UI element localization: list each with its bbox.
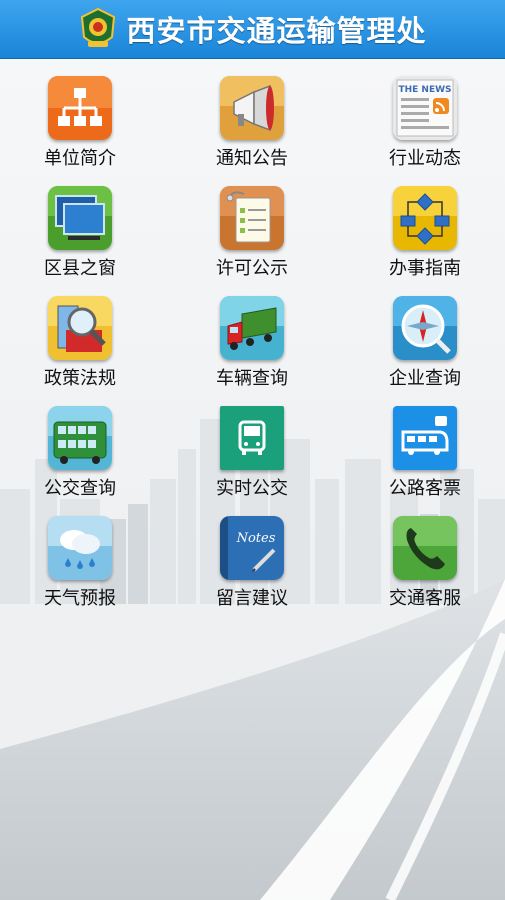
compass-icon bbox=[393, 296, 457, 360]
menu-item-unit-intro[interactable]: 单位简介 bbox=[10, 76, 150, 181]
menu-label: 通知公告 bbox=[216, 148, 288, 169]
menu-item-enterprise-query[interactable]: 企业查询 bbox=[355, 296, 495, 401]
org-chart-icon bbox=[48, 76, 112, 140]
clipboard-icon bbox=[220, 186, 284, 250]
news-masthead: THE NEWS bbox=[398, 85, 451, 95]
menu-label: 车辆查询 bbox=[216, 368, 288, 389]
menu-item-policy[interactable]: 政策法规 bbox=[10, 296, 150, 401]
coach-ticket-icon bbox=[393, 406, 457, 470]
menu-item-feedback[interactable]: Notes 留言建议 bbox=[182, 516, 322, 621]
menu-label: 单位简介 bbox=[44, 148, 116, 169]
menu-label: 许可公示 bbox=[216, 258, 288, 279]
menu-label: 区县之窗 bbox=[44, 258, 116, 279]
phone-icon bbox=[393, 516, 457, 580]
title-bar: 西安市交通运输管理处 bbox=[0, 0, 505, 59]
menu-label: 公路客票 bbox=[389, 478, 461, 499]
menu-item-weather[interactable]: 天气预报 bbox=[10, 516, 150, 621]
menu-label: 办事指南 bbox=[389, 258, 461, 279]
bus-query-icon bbox=[48, 406, 112, 470]
notes-icon: Notes bbox=[220, 516, 284, 580]
menu-item-coach-ticket[interactable]: 公路客票 bbox=[355, 406, 495, 511]
menu-item-notices[interactable]: 通知公告 bbox=[182, 76, 322, 181]
menu-item-realtime-bus[interactable]: 实时公交 bbox=[182, 406, 322, 511]
menu-label: 天气预报 bbox=[44, 588, 116, 609]
menu-label: 企业查询 bbox=[389, 368, 461, 389]
menu-item-bus-query[interactable]: 公交查询 bbox=[10, 406, 150, 511]
weather-icon bbox=[48, 516, 112, 580]
menu-label: 交通客服 bbox=[389, 588, 461, 609]
news-icon: THE NEWS bbox=[393, 76, 457, 140]
menu-label: 行业动态 bbox=[389, 148, 461, 169]
flowchart-icon bbox=[393, 186, 457, 250]
menu-item-permit-notice[interactable]: 许可公示 bbox=[182, 186, 322, 291]
menu-label: 留言建议 bbox=[216, 588, 288, 609]
menu-item-customer-service[interactable]: 交通客服 bbox=[355, 516, 495, 621]
menu-item-service-guide[interactable]: 办事指南 bbox=[355, 186, 495, 291]
menu-label: 政策法规 bbox=[44, 368, 116, 389]
menu-label: 公交查询 bbox=[44, 478, 116, 499]
megaphone-icon bbox=[220, 76, 284, 140]
menu-item-vehicle-query[interactable]: 车辆查询 bbox=[182, 296, 322, 401]
truck-icon bbox=[220, 296, 284, 360]
realtime-bus-icon bbox=[220, 406, 284, 470]
notes-text: Notes bbox=[236, 531, 276, 546]
menu-item-industry-news[interactable]: THE NEWS 行业动态 bbox=[355, 76, 495, 181]
page-title: 西安市交通运输管理处 bbox=[126, 14, 427, 48]
emblem-icon bbox=[81, 7, 116, 47]
windows-icon bbox=[48, 186, 112, 250]
menu-label: 实时公交 bbox=[216, 478, 288, 499]
menu-item-district-window[interactable]: 区县之窗 bbox=[10, 186, 150, 291]
policy-search-icon bbox=[48, 296, 112, 360]
